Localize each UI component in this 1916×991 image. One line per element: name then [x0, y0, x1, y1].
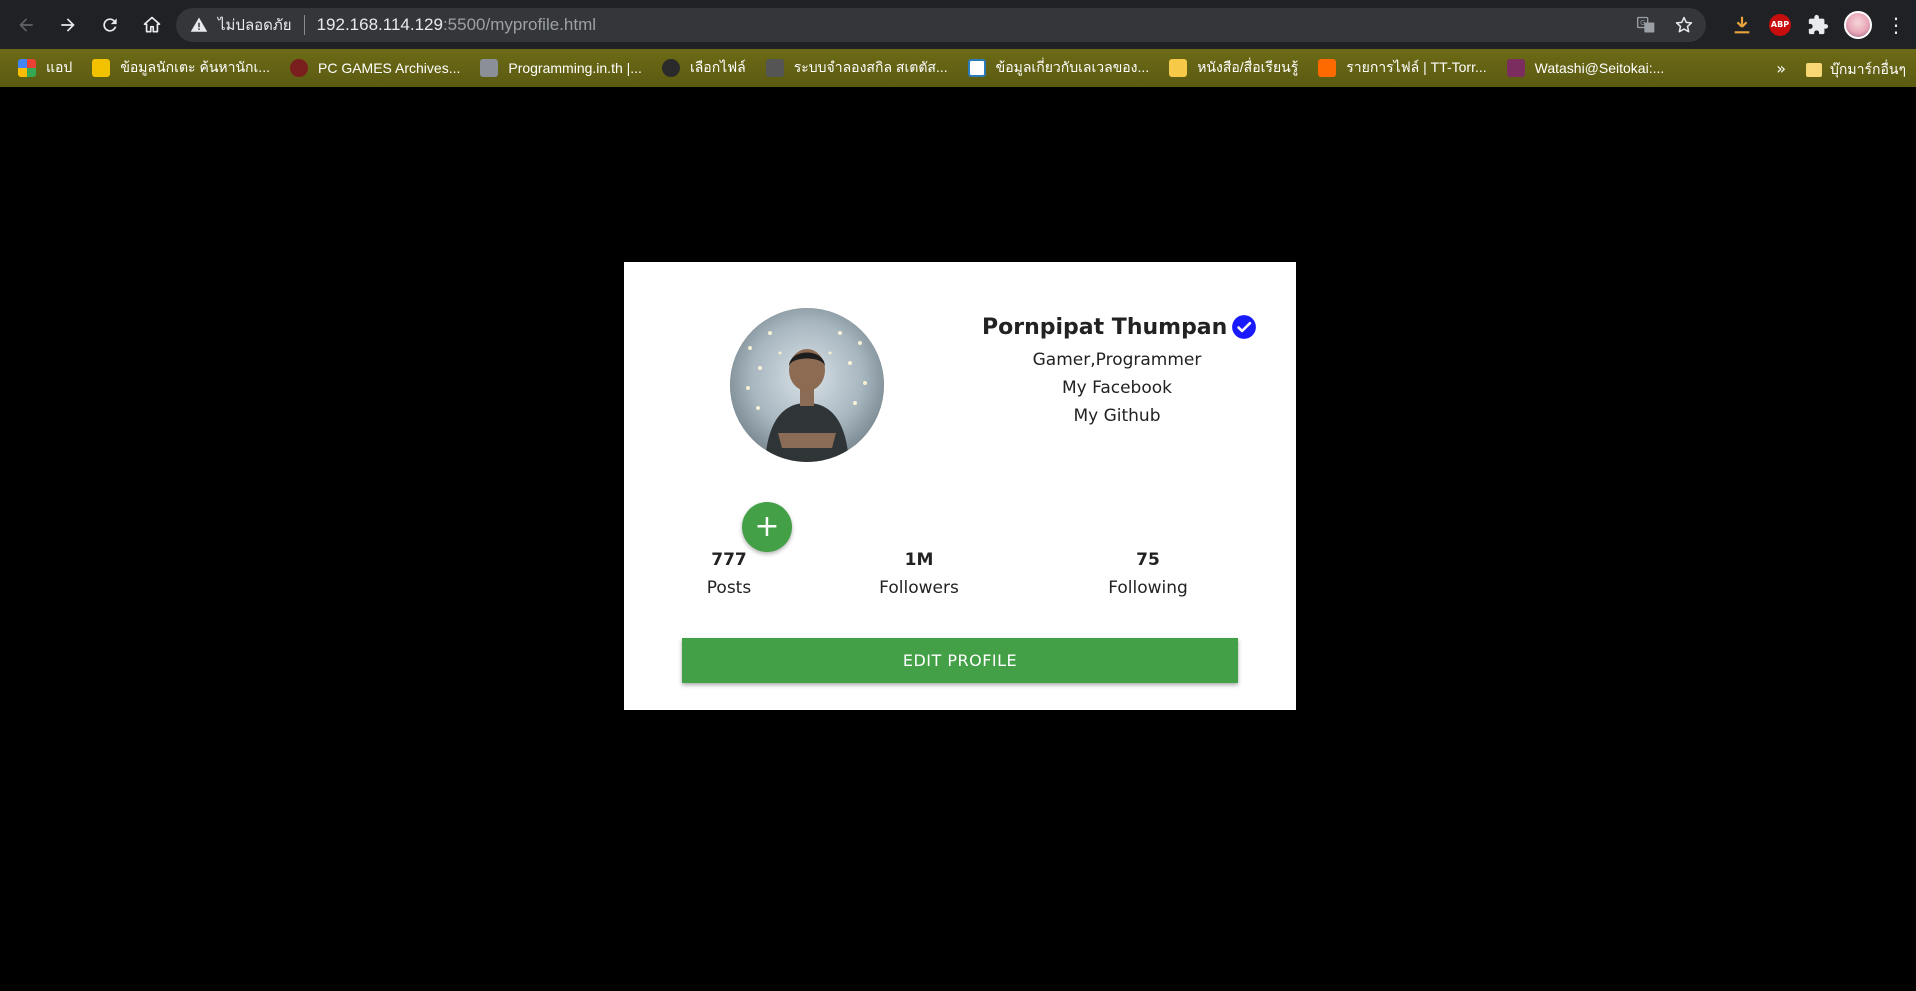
- back-button[interactable]: [8, 7, 44, 43]
- skill-favicon-icon: [765, 59, 784, 77]
- home-button[interactable]: [134, 7, 170, 43]
- browser-toolbar: ไม่ปลอดภัย 192.168.114.129:5500/myprofil…: [0, 0, 1916, 49]
- book-favicon-icon: [1169, 59, 1188, 77]
- stat-label: Posts: [706, 578, 752, 598]
- anime-favicon-icon: [1506, 59, 1525, 77]
- edit-profile-button[interactable]: EDIT PROFILE: [682, 638, 1238, 683]
- facebook-link[interactable]: My Facebook: [982, 378, 1252, 398]
- svg-text:G: G: [1640, 19, 1645, 27]
- stat-value: 75: [1136, 550, 1160, 570]
- bookmark-label: แอป: [46, 59, 73, 75]
- other-bookmarks-folder[interactable]: บุ๊กมาร์กอื่นๆ: [1806, 59, 1906, 81]
- security-label: ไม่ปลอดภัย: [218, 17, 292, 34]
- bookmark-item[interactable]: หนังสือ/สื่อเรียนรู้: [1169, 57, 1298, 79]
- puzzle-icon: [1808, 14, 1829, 34]
- bookmark-label: รายการไฟล์ | TT-Torr...: [1346, 59, 1487, 75]
- extensions-button[interactable]: [1806, 13, 1830, 37]
- url-path: :5500/myprofile.html: [442, 15, 597, 34]
- forward-button[interactable]: [50, 7, 86, 43]
- bookmark-apps[interactable]: แอป: [18, 57, 72, 79]
- pcgames-favicon-icon: [289, 59, 308, 77]
- globe-favicon-icon: [661, 59, 680, 77]
- bookmark-label: Watashi@Seitokai:...: [1534, 60, 1665, 76]
- bookmark-label: ข้อมูลเกี่ยวกับเลเวลของ...: [995, 59, 1150, 75]
- menu-icon[interactable]: ⋮: [1886, 15, 1906, 35]
- extensions-area: ABP ⋮: [1730, 0, 1916, 49]
- bookmark-star-icon[interactable]: [1674, 15, 1694, 35]
- stat-label: Followers: [879, 578, 959, 598]
- stat-followers: 1M Followers: [859, 550, 979, 598]
- profile-name: Pornpipat Thumpan: [982, 314, 1228, 340]
- separator: [303, 15, 305, 35]
- stat-label: Following: [1108, 578, 1188, 598]
- stat-value: 1M: [904, 550, 934, 570]
- arrow-left-icon: [19, 17, 33, 32]
- fifa-favicon-icon: [92, 59, 111, 77]
- home-icon: [143, 16, 161, 32]
- bookmark-item[interactable]: ระบบจำลองสกิล สเตตัส...: [765, 57, 948, 79]
- name-row: Pornpipat Thumpan: [982, 314, 1257, 340]
- profile-card: Pornpipat Thumpan Gamer,Programmer My Fa…: [624, 262, 1296, 710]
- bookmark-item[interactable]: ข้อมูลเกี่ยวกับเลเวลของ...: [967, 57, 1150, 79]
- stat-posts: 777 Posts: [669, 550, 789, 598]
- profile-bio: Gamer,Programmer: [1032, 350, 1202, 370]
- edit-profile-label: EDIT PROFILE: [902, 651, 1018, 670]
- bookmark-item[interactable]: PC GAMES Archives...: [289, 59, 461, 77]
- translate-icon[interactable]: G: [1636, 15, 1656, 35]
- apps-grid-icon: [18, 59, 36, 77]
- bookmark-item[interactable]: Programming.in.th |...: [480, 59, 642, 77]
- profile-photo: [730, 308, 884, 462]
- abp-icon: ABP: [1769, 13, 1791, 36]
- bookmark-label: เลือกไฟล์: [689, 59, 746, 75]
- arrow-right-icon: [61, 17, 75, 32]
- profile-avatar[interactable]: [1844, 10, 1872, 39]
- bookmark-label: PC GAMES Archives...: [317, 60, 461, 76]
- stat-following: 75 Following: [1088, 550, 1208, 598]
- bookmark-item[interactable]: รายการไฟล์ | TT-Torr...: [1318, 57, 1487, 79]
- bookmarks-bar: แอป ข้อมูลนักเตะ ค้นหานักเ... PC GAMES A…: [0, 49, 1916, 87]
- url-host: 192.168.114.129: [316, 15, 443, 34]
- torrent-favicon-icon: [1318, 59, 1337, 77]
- bookmark-item[interactable]: Watashi@Seitokai:...: [1506, 59, 1665, 77]
- github-link[interactable]: My Github: [982, 406, 1252, 426]
- bookmarks-overflow-button[interactable]: »: [1776, 59, 1786, 78]
- level-favicon-icon: [967, 59, 986, 77]
- bookmark-label: Programming.in.th |...: [508, 60, 642, 76]
- folder-label: บุ๊กมาร์กอื่นๆ: [1830, 61, 1906, 77]
- warning-icon: [190, 17, 208, 32]
- flag-favicon-icon: [480, 59, 499, 77]
- person-photo-icon: [730, 308, 884, 462]
- folder-icon: [1806, 63, 1823, 77]
- download-icon[interactable]: [1730, 13, 1754, 37]
- bookmark-label: ข้อมูลนักเตะ ค้นหานักเ...: [120, 59, 270, 75]
- omnibox-actions: G: [1636, 8, 1694, 42]
- bookmark-label: ระบบจำลองสกิล สเตตัส...: [793, 59, 948, 75]
- bookmark-label: หนังสือ/สื่อเรียนรู้: [1197, 59, 1299, 75]
- stat-value: 777: [711, 550, 747, 570]
- add-post-button[interactable]: +: [742, 502, 792, 552]
- adblock-extension[interactable]: ABP: [1768, 13, 1792, 37]
- bookmark-item[interactable]: ข้อมูลนักเตะ ค้นหานักเ...: [92, 57, 270, 79]
- reload-button[interactable]: [92, 7, 128, 43]
- reload-icon: [103, 17, 117, 32]
- bookmark-item[interactable]: เลือกไฟล์: [661, 57, 746, 79]
- verified-badge-icon: [1232, 315, 1257, 339]
- address-bar[interactable]: ไม่ปลอดภัย 192.168.114.129:5500/myprofil…: [176, 8, 1706, 42]
- plus-icon: +: [754, 509, 780, 544]
